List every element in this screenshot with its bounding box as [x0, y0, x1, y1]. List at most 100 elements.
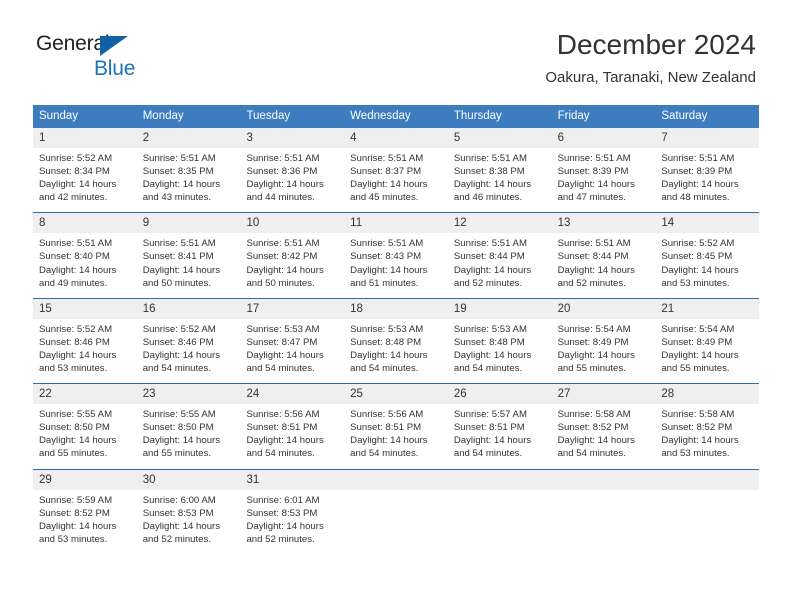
daylight-text-line2: and 43 minutes. [142, 192, 211, 204]
day-info-cell[interactable]: Sunrise: 5:59 AM Sunset: 8:52 PM Dayligh… [33, 490, 137, 554]
daylight-text-line2: and 54 minutes. [350, 448, 419, 460]
sunset-text: Sunset: 8:52 PM [39, 507, 110, 519]
day-info-cell[interactable]: Sunrise: 5:53 AM Sunset: 8:48 PM Dayligh… [448, 319, 552, 383]
day-number[interactable]: 19 [448, 299, 552, 319]
day-number[interactable]: 27 [552, 384, 656, 404]
day-number[interactable]: 20 [552, 299, 656, 319]
day-info-cell[interactable]: Sunrise: 5:51 AM Sunset: 8:41 PM Dayligh… [137, 233, 241, 297]
weekday-header-saturday: Saturday [661, 110, 708, 122]
day-number-empty [552, 470, 656, 490]
day-number[interactable]: 15 [33, 299, 137, 319]
day-info-cell[interactable]: Sunrise: 5:52 AM Sunset: 8:46 PM Dayligh… [33, 319, 137, 383]
day-info-cell[interactable]: Sunrise: 5:52 AM Sunset: 8:46 PM Dayligh… [137, 319, 241, 383]
week-daynumber-band: 29 30 31 [33, 469, 759, 490]
day-info-cell[interactable]: Sunrise: 5:51 AM Sunset: 8:44 PM Dayligh… [448, 233, 552, 297]
day-number[interactable]: 10 [240, 213, 344, 233]
daylight-text-line1: Daylight: 14 hours [350, 349, 428, 361]
day-info-cell[interactable]: Sunrise: 5:51 AM Sunset: 8:42 PM Dayligh… [240, 233, 344, 297]
day-info-cell[interactable]: Sunrise: 5:53 AM Sunset: 8:48 PM Dayligh… [344, 319, 448, 383]
daylight-text-line1: Daylight: 14 hours [557, 435, 635, 447]
day-number[interactable]: 6 [552, 128, 656, 148]
day-info-cell[interactable]: Sunrise: 5:51 AM Sunset: 8:44 PM Dayligh… [552, 233, 656, 297]
sunrise-text: Sunrise: 5:51 AM [246, 238, 320, 250]
day-info-cell[interactable]: Sunrise: 5:53 AM Sunset: 8:47 PM Dayligh… [240, 319, 344, 383]
day-info-cell[interactable]: Sunrise: 5:52 AM Sunset: 8:34 PM Dayligh… [33, 148, 137, 212]
day-info-cell[interactable]: Sunrise: 5:51 AM Sunset: 8:40 PM Dayligh… [33, 233, 137, 297]
day-number[interactable]: 31 [240, 470, 344, 490]
day-number[interactable]: 26 [448, 384, 552, 404]
daylight-text-line2: and 54 minutes. [142, 363, 211, 375]
day-info-cell[interactable]: Sunrise: 5:54 AM Sunset: 8:49 PM Dayligh… [655, 319, 759, 383]
day-number[interactable]: 30 [137, 470, 241, 490]
day-number-empty [655, 470, 759, 490]
sunrise-text: Sunrise: 5:51 AM [557, 238, 631, 250]
day-info-cell-empty [344, 490, 448, 554]
day-info-cell[interactable]: Sunrise: 5:54 AM Sunset: 8:49 PM Dayligh… [552, 319, 656, 383]
day-number[interactable]: 23 [137, 384, 241, 404]
sunrise-text: Sunrise: 5:51 AM [557, 153, 631, 164]
day-info-cell[interactable]: Sunrise: 5:51 AM Sunset: 8:39 PM Dayligh… [552, 148, 656, 212]
daylight-text-line2: and 55 minutes. [142, 448, 211, 460]
daylight-text-line1: Daylight: 14 hours [557, 264, 635, 276]
day-number[interactable]: 22 [33, 384, 137, 404]
day-number[interactable]: 2 [137, 128, 241, 148]
sunset-text: Sunset: 8:51 PM [453, 422, 525, 434]
day-info-cell[interactable]: Sunrise: 5:57 AM Sunset: 8:51 PM Dayligh… [448, 404, 552, 468]
day-info-cell[interactable]: Sunrise: 5:51 AM Sunset: 8:36 PM Dayligh… [240, 148, 344, 212]
daylight-text-line1: Daylight: 14 hours [142, 520, 221, 532]
sunrise-text: Sunrise: 5:51 AM [661, 153, 735, 164]
sunrise-text: Sunrise: 5:51 AM [246, 153, 320, 164]
sunset-text: Sunset: 8:52 PM [661, 422, 733, 434]
day-number[interactable]: 18 [344, 299, 448, 319]
day-number[interactable]: 3 [240, 128, 344, 148]
sunrise-text: Sunrise: 5:52 AM [142, 323, 216, 335]
day-number[interactable]: 7 [655, 128, 759, 148]
day-info-cell[interactable]: Sunrise: 5:58 AM Sunset: 8:52 PM Dayligh… [655, 404, 759, 468]
day-info-cell[interactable]: Sunrise: 5:56 AM Sunset: 8:51 PM Dayligh… [240, 404, 344, 468]
day-info-cell[interactable]: Sunrise: 5:51 AM Sunset: 8:35 PM Dayligh… [137, 148, 241, 212]
day-number[interactable]: 29 [33, 470, 137, 490]
day-number[interactable]: 24 [240, 384, 344, 404]
daylight-text-line2: and 49 minutes. [39, 277, 108, 289]
sunrise-text: Sunrise: 5:51 AM [350, 238, 424, 250]
day-info-cell[interactable]: Sunrise: 6:00 AM Sunset: 8:53 PM Dayligh… [137, 490, 241, 554]
sunrise-text: Sunrise: 5:51 AM [39, 238, 113, 250]
daylight-text-line2: and 54 minutes. [453, 363, 523, 375]
day-number[interactable]: 17 [240, 299, 344, 319]
daylight-text-line1: Daylight: 14 hours [142, 179, 221, 191]
sunrise-text: Sunrise: 6:00 AM [142, 494, 216, 506]
sunrise-text: Sunrise: 5:59 AM [39, 494, 113, 506]
day-number[interactable]: 4 [344, 128, 448, 148]
day-info-cell[interactable]: Sunrise: 5:51 AM Sunset: 8:38 PM Dayligh… [448, 148, 552, 212]
week-row: 29 30 31 Sunrise: 5:59 AM Sunset: 8:52 P… [33, 468, 759, 554]
day-number[interactable]: 16 [137, 299, 241, 319]
day-info-cell[interactable]: Sunrise: 5:55 AM Sunset: 8:50 PM Dayligh… [137, 404, 241, 468]
week-row: 22 23 24 25 26 27 28 Sunrise: 5:55 AM Su… [33, 383, 759, 469]
day-number[interactable]: 21 [655, 299, 759, 319]
day-info-cell[interactable]: Sunrise: 5:51 AM Sunset: 8:37 PM Dayligh… [344, 148, 448, 212]
day-info-cell[interactable]: Sunrise: 5:51 AM Sunset: 8:43 PM Dayligh… [344, 233, 448, 297]
day-number[interactable]: 28 [655, 384, 759, 404]
daylight-text-line2: and 46 minutes. [453, 192, 523, 204]
day-number[interactable]: 13 [552, 213, 656, 233]
daylight-text-line1: Daylight: 14 hours [350, 435, 428, 447]
day-number[interactable]: 12 [448, 213, 552, 233]
page-title: December 2024 [556, 29, 756, 60]
day-info-cell[interactable]: Sunrise: 5:58 AM Sunset: 8:52 PM Dayligh… [552, 404, 656, 468]
day-info-cell[interactable]: Sunrise: 5:55 AM Sunset: 8:50 PM Dayligh… [33, 404, 137, 468]
sunrise-text: Sunrise: 5:58 AM [557, 409, 631, 421]
day-number[interactable]: 8 [33, 213, 137, 233]
day-info-cell[interactable]: Sunrise: 5:52 AM Sunset: 8:45 PM Dayligh… [655, 233, 759, 297]
sunset-text: Sunset: 8:51 PM [246, 422, 318, 434]
day-number[interactable]: 25 [344, 384, 448, 404]
day-info-cell[interactable]: Sunrise: 6:01 AM Sunset: 8:53 PM Dayligh… [240, 490, 344, 554]
sunrise-text: Sunrise: 5:54 AM [661, 323, 735, 335]
day-info-cell[interactable]: Sunrise: 5:56 AM Sunset: 8:51 PM Dayligh… [344, 404, 448, 468]
day-number[interactable]: 1 [33, 128, 137, 148]
day-number[interactable]: 5 [448, 128, 552, 148]
day-number[interactable]: 9 [137, 213, 241, 233]
day-number[interactable]: 14 [655, 213, 759, 233]
sunset-text: Sunset: 8:48 PM [350, 336, 422, 348]
day-number[interactable]: 11 [344, 213, 448, 233]
day-info-cell[interactable]: Sunrise: 5:51 AM Sunset: 8:39 PM Dayligh… [655, 148, 759, 212]
